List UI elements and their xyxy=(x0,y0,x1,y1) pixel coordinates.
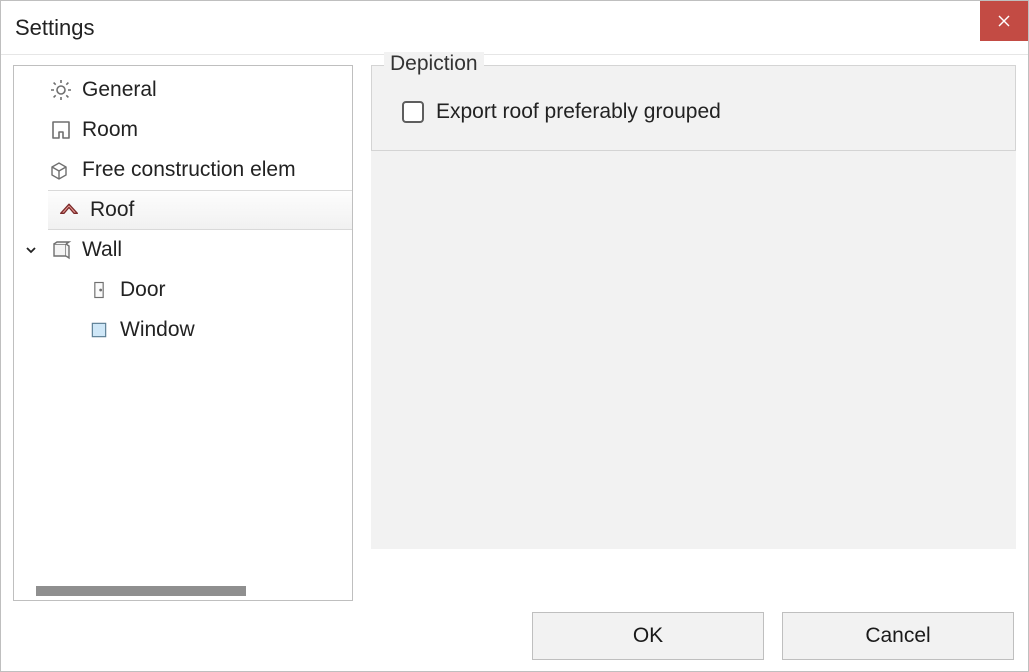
window-icon xyxy=(86,317,112,343)
tree-item-door[interactable]: Door xyxy=(14,270,352,310)
dialog-body: General Room Free construction elem xyxy=(1,55,1028,601)
expander-down-icon[interactable] xyxy=(22,241,40,259)
dialog-title: Settings xyxy=(15,15,95,41)
close-icon xyxy=(998,15,1010,27)
tree-item-label: General xyxy=(82,78,157,102)
box3d-icon xyxy=(48,157,74,183)
room-icon xyxy=(48,117,74,143)
groupbox-title: Depiction xyxy=(384,52,484,76)
tree-item-general[interactable]: General xyxy=(14,70,352,110)
tree-item-label: Roof xyxy=(90,198,134,222)
settings-content-panel: Depiction Export roof preferably grouped xyxy=(371,65,1016,549)
export-roof-grouped-checkbox[interactable] xyxy=(402,101,424,123)
cancel-button[interactable]: Cancel xyxy=(782,612,1014,660)
tree-item-wall[interactable]: Wall xyxy=(14,230,352,270)
checkbox-label: Export roof preferably grouped xyxy=(436,100,721,124)
tree-item-room[interactable]: Room xyxy=(14,110,352,150)
category-tree[interactable]: General Room Free construction elem xyxy=(14,66,352,582)
tree-item-label: Free construction elem xyxy=(82,158,296,182)
tree-item-window[interactable]: Window xyxy=(14,310,352,350)
tree-item-label: Door xyxy=(120,278,166,302)
gear-icon xyxy=(48,77,74,103)
wall-icon xyxy=(48,237,74,263)
export-roof-grouped-row[interactable]: Export roof preferably grouped xyxy=(402,100,997,124)
ok-button[interactable]: OK xyxy=(532,612,764,660)
tree-item-free-construction[interactable]: Free construction elem xyxy=(14,150,352,190)
category-tree-panel: General Room Free construction elem xyxy=(13,65,353,601)
tree-item-label: Window xyxy=(120,318,195,342)
tree-item-roof[interactable]: Roof xyxy=(48,190,352,230)
scrollbar-thumb[interactable] xyxy=(36,586,246,596)
settings-dialog: Settings General xyxy=(0,0,1029,672)
depiction-group: Depiction Export roof preferably grouped xyxy=(371,65,1016,151)
titlebar: Settings xyxy=(1,1,1028,55)
roof-icon xyxy=(56,197,82,223)
door-icon xyxy=(86,277,112,303)
tree-horizontal-scrollbar[interactable] xyxy=(14,582,352,600)
close-button[interactable] xyxy=(980,1,1028,41)
tree-item-label: Room xyxy=(82,118,138,142)
dialog-footer: OK Cancel xyxy=(1,601,1028,671)
tree-item-label: Wall xyxy=(82,238,122,262)
